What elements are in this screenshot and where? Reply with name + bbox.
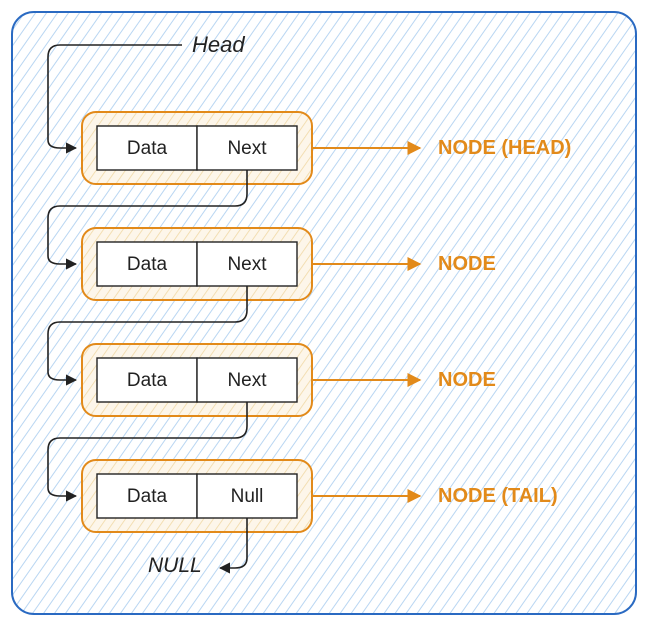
head-label: Head [192,32,245,57]
node-0-annotation: NODE (HEAD) [438,137,571,159]
node-0-next-label: Next [227,138,267,159]
node-3-next-label: Null [231,486,264,507]
node-1-annotation: NODE [438,253,496,275]
null-label: NULL [148,554,202,577]
node-2-data-label: Data [127,370,168,391]
node-3-data-label: Data [127,486,168,507]
node-2-annotation: NODE [438,369,496,391]
node-1-next-label: Next [227,254,267,275]
node-3-annotation: NODE (TAIL) [438,485,558,507]
node-0-data-label: Data [127,138,168,159]
node-1-data-label: Data [127,254,168,275]
linked-list-diagram: Head Data Next NODE (HEAD) Data Next NODE Data N… [0,0,648,626]
node-2-next-label: Next [227,370,267,391]
